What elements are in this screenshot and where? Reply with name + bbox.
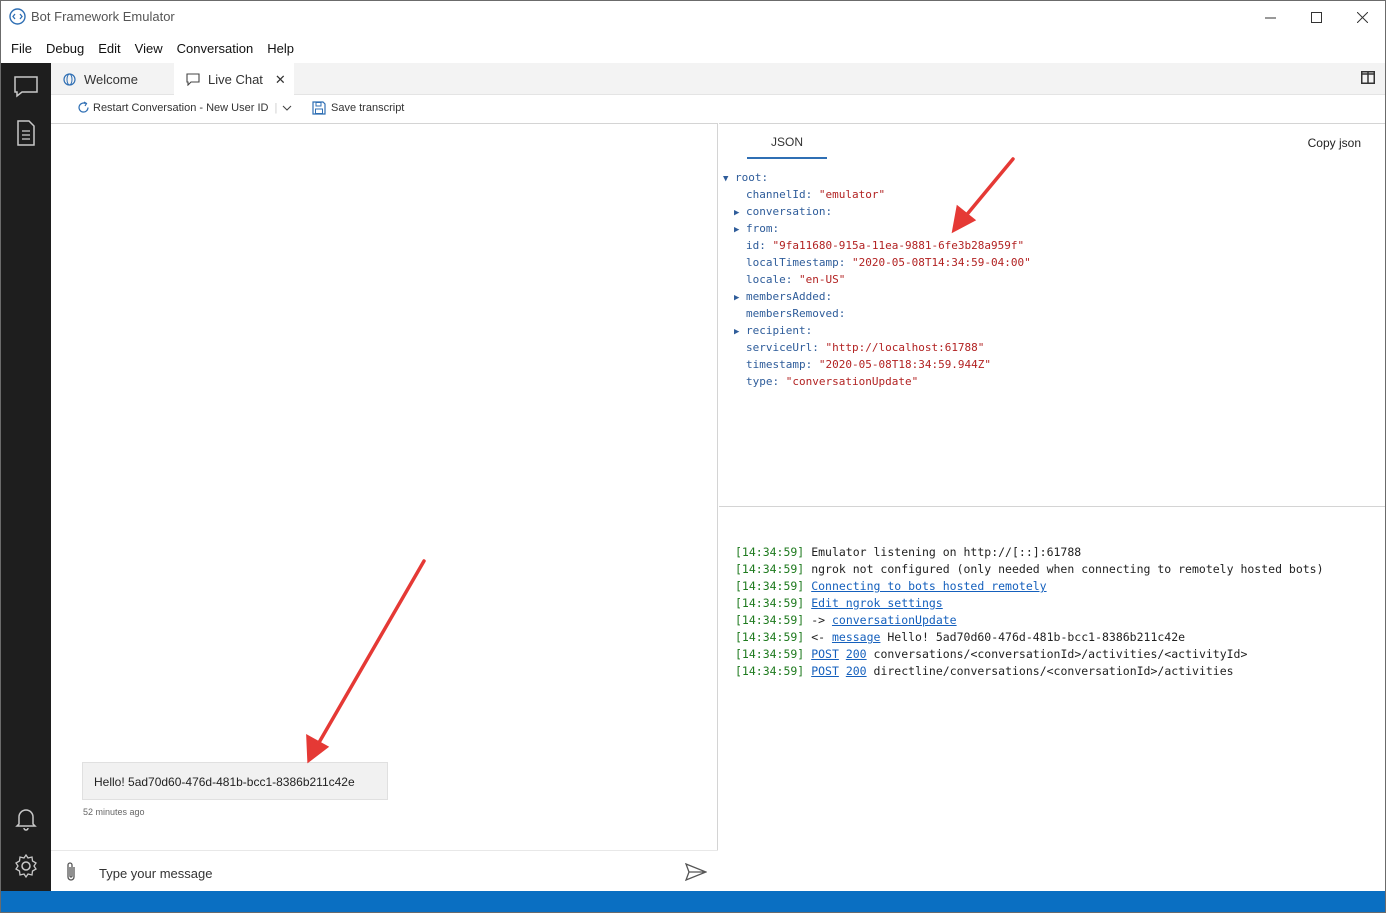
menu-bar: File Debug Edit View Conversation Help (1, 37, 298, 61)
message-composer (51, 850, 718, 892)
resources-button[interactable] (1, 113, 51, 153)
json-field: type: "conversationUpdate" (746, 375, 919, 388)
json-field: id: "9fa11680-915a-11ea-9881-6fe3b28a959… (746, 239, 1025, 252)
menu-conversation[interactable]: Conversation (177, 37, 254, 61)
close-window-button[interactable] (1339, 1, 1385, 33)
restart-icon (78, 101, 89, 113)
tab-live-chat-label: Live Chat (208, 72, 263, 87)
post-link[interactable]: POST (811, 664, 839, 678)
status-bar (1, 891, 1385, 912)
message-timestamp: 52 minutes ago (83, 807, 145, 817)
log-entry: [14:34:59] POST 200 conversations/<conve… (735, 647, 1248, 661)
maximize-button[interactable] (1293, 1, 1339, 33)
log-panel: [14:34:59] Emulator listening on http://… (719, 508, 1385, 891)
window-title: Bot Framework Emulator (31, 9, 175, 24)
menu-edit[interactable]: Edit (98, 37, 120, 61)
save-icon (312, 101, 326, 115)
globe-icon (63, 72, 76, 86)
settings-button[interactable] (1, 846, 51, 886)
emulator-window: Bot Framework Emulator File Debug Edit V… (0, 0, 1386, 913)
log-entry: [14:34:59] ngrok not configured (only ne… (735, 562, 1324, 576)
menu-file[interactable]: File (11, 37, 32, 61)
save-transcript-label: Save transcript (331, 102, 405, 114)
log-entry: [14:34:59] Connecting to bots hosted rem… (735, 579, 1047, 593)
post-link[interactable]: POST (811, 647, 839, 661)
json-field: timestamp: "2020-05-08T18:34:59.944Z" (746, 358, 992, 371)
collapsed-arrow-icon: ▶ (734, 327, 740, 337)
json-field: locale: "en-US" (746, 273, 846, 286)
minimize-icon (1264, 17, 1276, 18)
expanded-arrow-icon: ▼ (723, 174, 729, 184)
save-transcript-button[interactable]: Save transcript (312, 101, 404, 115)
notifications-button[interactable] (1, 799, 51, 839)
restart-conversation-button[interactable]: Restart Conversation - New User ID | (77, 101, 292, 114)
json-field-expandable[interactable]: ▶ from: (723, 220, 1031, 237)
edit-ngrok-settings-link[interactable]: Edit ngrok settings (811, 596, 943, 610)
conversation-update-link[interactable]: conversationUpdate (832, 613, 957, 627)
restart-conversation-label: Restart Conversation - New User ID (93, 101, 269, 114)
json-root-row[interactable]: ▼ root: (723, 169, 1031, 186)
log-entry: [14:34:59] Emulator listening on http://… (735, 545, 1082, 559)
copy-json-button[interactable]: Copy json (1308, 136, 1361, 150)
json-field: membersRemoved: (746, 307, 846, 320)
message-link[interactable]: message (832, 630, 880, 644)
close-tab-icon[interactable]: ✕ (275, 72, 286, 88)
collapsed-arrow-icon: ▶ (734, 293, 740, 303)
chevron-down-icon[interactable] (282, 104, 292, 112)
chat-panel: Hello! 5ad70d60-476d-481b-bcc1-8386b211c… (51, 123, 718, 892)
attachment-icon[interactable] (65, 861, 77, 883)
log-entry: [14:34:59] -> conversationUpdate (735, 613, 957, 627)
message-input[interactable] (99, 862, 659, 884)
editor-tab-bar: Welcome Live Chat ✕ (51, 63, 1385, 96)
app-logo-icon (9, 8, 26, 25)
connecting-remote-link[interactable]: Connecting to bots hosted remotely (811, 579, 1046, 593)
bot-message-bubble: Hello! 5ad70d60-476d-481b-bcc1-8386b211c… (82, 762, 388, 800)
tab-json[interactable]: JSON (747, 124, 827, 159)
json-field-expandable[interactable]: ▶ membersAdded: (723, 288, 1031, 305)
maximize-icon (1310, 11, 1322, 23)
title-bar: Bot Framework Emulator (1, 1, 1385, 33)
chat-bubble-icon (14, 76, 38, 98)
json-tree: ▼ root: channelId: "emulator" ▶ conversati… (723, 169, 1031, 390)
tab-live-chat[interactable]: Live Chat ✕ (174, 63, 294, 96)
gear-icon (15, 853, 37, 879)
menu-help[interactable]: Help (267, 37, 294, 61)
json-field-expandable[interactable]: ▶ recipient: (723, 322, 1031, 339)
menu-debug[interactable]: Debug (46, 37, 84, 61)
bot-explorer-button[interactable] (1, 67, 51, 107)
tab-welcome[interactable]: Welcome (51, 63, 173, 95)
menu-view[interactable]: View (135, 37, 163, 61)
close-icon (1356, 11, 1368, 23)
status-200-link[interactable]: 200 (846, 647, 867, 661)
json-field: channelId: "emulator" (746, 188, 886, 201)
chat-icon (186, 73, 200, 86)
inspector-panel: JSON Copy json ▼ root: channelId: "emulat… (719, 123, 1385, 507)
tab-welcome-label: Welcome (84, 71, 138, 87)
document-icon (17, 120, 35, 146)
status-200-link[interactable]: 200 (846, 664, 867, 678)
json-field-expandable[interactable]: ▶ conversation: (723, 203, 1031, 220)
conversation-toolbar: Restart Conversation - New User ID | Sav… (51, 96, 1385, 122)
activity-bar (1, 63, 51, 893)
toolbar-divider: | (274, 101, 278, 114)
json-field: serviceUrl: "http://localhost:61788" (746, 341, 985, 354)
send-icon[interactable] (685, 863, 707, 881)
log-entry: [14:34:59] Edit ngrok settings (735, 596, 943, 610)
json-field: localTimestamp: "2020-05-08T14:34:59-04:… (746, 256, 1031, 269)
bell-icon (15, 809, 37, 831)
collapsed-arrow-icon: ▶ (734, 225, 740, 235)
split-editor-icon[interactable] (1361, 71, 1375, 84)
minimize-button[interactable] (1247, 1, 1293, 33)
log-list: [14:34:59] Emulator listening on http://… (735, 544, 1324, 680)
log-entry: [14:34:59] POST 200 directline/conversat… (735, 664, 1234, 678)
log-entry: [14:34:59] <- message Hello! 5ad70d60-47… (735, 630, 1186, 644)
